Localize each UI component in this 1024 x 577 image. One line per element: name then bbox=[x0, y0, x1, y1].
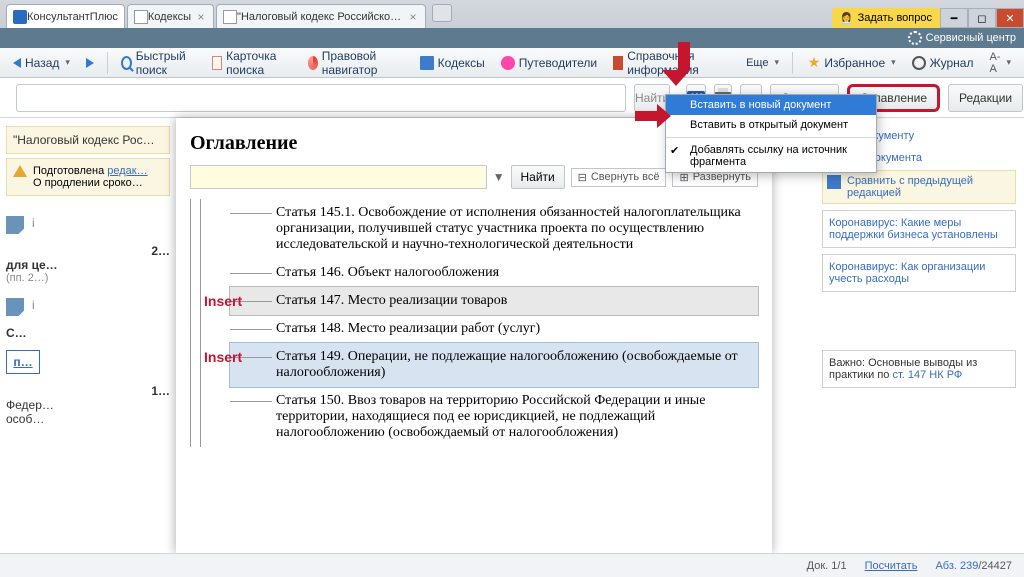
guide-icon bbox=[501, 56, 515, 70]
tab-doc[interactable]: "Налоговый кодекс Российской Фе… × bbox=[216, 4, 426, 28]
fragment-link[interactable]: п… bbox=[6, 350, 40, 374]
toc-item[interactable]: Статья 145.1. Освобождение от исполнения… bbox=[230, 199, 758, 259]
status-doc: Док. 1/1 bbox=[807, 560, 847, 572]
page-icon bbox=[134, 10, 148, 24]
info-box[interactable]: Коронавирус: Как организации учесть расх… bbox=[822, 254, 1016, 292]
toc-panel: Оглавление ▼ Найти ⊟Свернуть всё ⊞Развер… bbox=[176, 118, 772, 553]
status-abz: Абз. 239/24427 bbox=[935, 560, 1012, 572]
window-maximize[interactable]: ◻ bbox=[968, 8, 996, 28]
toc-find-button[interactable]: Найти bbox=[511, 165, 565, 189]
annotation-arrow-down bbox=[670, 42, 690, 86]
ask-label: Задать вопрос bbox=[858, 12, 932, 24]
note-icon[interactable] bbox=[6, 216, 24, 234]
doc-title: "Налоговый кодекс Рос… bbox=[6, 126, 170, 154]
app-icon bbox=[13, 10, 27, 24]
toc-item[interactable]: Статья 146. Объект налогообложения bbox=[230, 259, 758, 287]
service-center-link[interactable]: Сервисный центр bbox=[926, 32, 1016, 44]
menu-add-source-link[interactable]: ✔Добавлять ссылку на источник фрагмента bbox=[666, 140, 876, 172]
favorites-button[interactable]: ★Избранное▾ bbox=[801, 50, 903, 76]
warning-icon bbox=[13, 165, 27, 177]
toc-item[interactable]: Insert Статья 147. Место реализации това… bbox=[230, 287, 758, 315]
info-box[interactable]: Коронавирус: Какие меры поддержки бизнес… bbox=[822, 210, 1016, 248]
ask-question-button[interactable]: 👩‍💼 Задать вопрос bbox=[832, 8, 940, 28]
page-search-input[interactable] bbox=[16, 84, 626, 112]
menu-insert-open-doc[interactable]: Вставить в открытый документ bbox=[666, 115, 876, 135]
more-button[interactable]: Еще▾ bbox=[739, 50, 786, 76]
guides-button[interactable]: Путеводители bbox=[494, 50, 604, 76]
close-icon[interactable]: × bbox=[407, 11, 419, 23]
status-calc-link[interactable]: Посчитать bbox=[865, 560, 918, 572]
editions-link[interactable]: редак… bbox=[107, 165, 147, 177]
info-box[interactable]: Важно: Основные выводы из практики по ст… bbox=[822, 350, 1016, 388]
menu-insert-new-doc[interactable]: Вставить в новый документ bbox=[666, 95, 876, 115]
star-icon: ★ bbox=[808, 54, 821, 71]
quick-search-button[interactable]: Быстрый поиск bbox=[114, 50, 203, 76]
journal-button[interactable]: Журнал bbox=[905, 50, 981, 76]
search-card-button[interactable]: Карточка поиска bbox=[205, 50, 299, 76]
toc-item[interactable]: Статья 148. Место реализации работ (услу… bbox=[230, 315, 758, 343]
toc-item-selected[interactable]: Insert Статья 149. Операции, не подлежащ… bbox=[230, 343, 758, 387]
arrow-right-icon bbox=[86, 58, 94, 68]
toc-collapse-button[interactable]: ⊟Свернуть всё bbox=[571, 168, 667, 187]
tab-home-title: КонсультантПлюс bbox=[27, 11, 118, 23]
insert-label: Insert bbox=[204, 293, 242, 309]
doc-warning: Подготовлена редак… О продлении сроко… bbox=[6, 158, 170, 196]
card-icon bbox=[212, 56, 223, 70]
editions-button[interactable]: Редакции bbox=[948, 84, 1023, 112]
tab-home[interactable]: КонсультантПлюс bbox=[6, 4, 125, 28]
info-icon bbox=[613, 56, 623, 70]
toc-item[interactable]: Статья 150. Ввоз товаров на территорию Р… bbox=[230, 387, 758, 447]
compare-icon bbox=[827, 175, 841, 189]
arrow-left-icon bbox=[13, 58, 21, 68]
codex-button[interactable]: Кодексы bbox=[413, 50, 492, 76]
word-export-menu: Вставить в новый документ Вставить в отк… bbox=[665, 94, 877, 173]
window-minimize[interactable]: ━ bbox=[940, 8, 968, 28]
back-button[interactable]: Назад▾ bbox=[6, 50, 77, 76]
note-icon[interactable] bbox=[6, 298, 24, 316]
font-size-button[interactable]: А-А▾ bbox=[982, 50, 1018, 76]
tab-codex[interactable]: Кодексы × bbox=[127, 4, 214, 28]
toc-search-input[interactable] bbox=[190, 165, 487, 189]
rlink-compare[interactable]: Сравнить с предыдущей редакцией bbox=[822, 170, 1016, 204]
new-tab-button[interactable] bbox=[432, 4, 452, 22]
annotation-arrow-right bbox=[635, 104, 671, 128]
legal-navigator-button[interactable]: Правовой навигатор bbox=[301, 50, 411, 76]
clock-icon bbox=[912, 56, 926, 70]
insert-label: Insert bbox=[204, 349, 242, 365]
book-icon bbox=[420, 56, 434, 70]
tab-doc-title: "Налоговый кодекс Российской Фе… bbox=[237, 11, 403, 23]
tab-codex-title: Кодексы bbox=[148, 11, 191, 23]
search-icon bbox=[121, 56, 132, 70]
close-icon[interactable]: × bbox=[195, 11, 207, 23]
gear-icon bbox=[908, 31, 922, 45]
status-bar: Док. 1/1 Посчитать Абз. 239/24427 bbox=[0, 553, 1024, 577]
page-icon bbox=[223, 10, 237, 24]
compass-icon bbox=[308, 56, 318, 70]
window-close[interactable]: ✕ bbox=[996, 8, 1024, 28]
forward-button[interactable] bbox=[79, 50, 101, 76]
